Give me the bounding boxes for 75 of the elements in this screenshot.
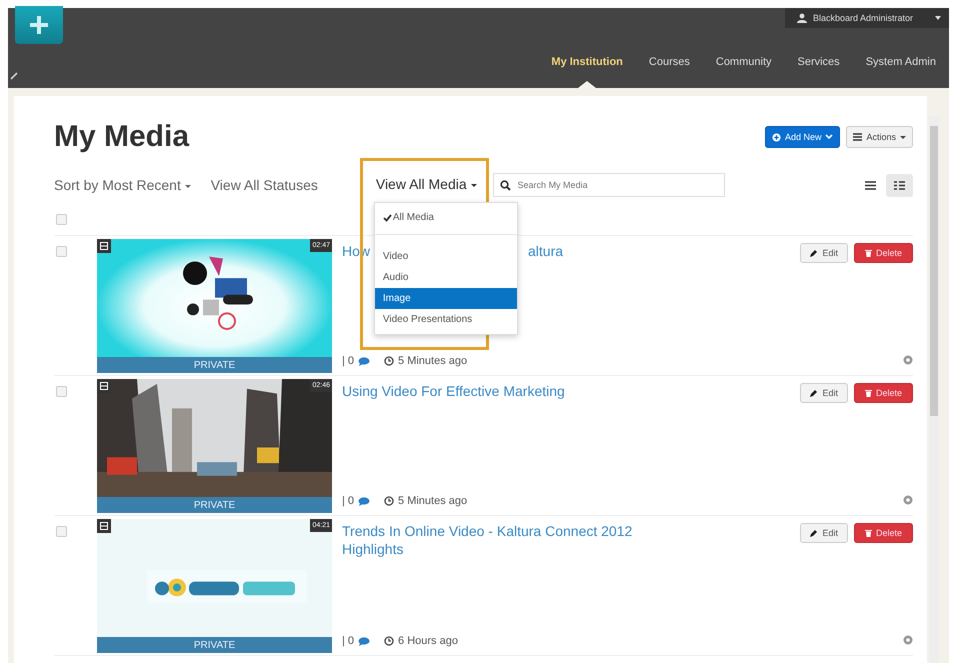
comment-icon xyxy=(358,496,370,506)
delete-button[interactable]: Delete xyxy=(854,243,913,263)
trash-icon xyxy=(864,389,872,397)
add-new-button[interactable]: Add New xyxy=(764,126,840,148)
status-filter[interactable]: View All Statuses xyxy=(210,177,318,193)
nav-tab[interactable]: My Institution xyxy=(538,56,636,88)
comment-icon xyxy=(358,636,370,646)
trash-icon xyxy=(864,529,872,537)
clock-icon xyxy=(384,636,394,646)
settings-icon[interactable] xyxy=(903,495,913,505)
list-icon xyxy=(865,180,876,190)
video-type-icon xyxy=(97,379,111,393)
delete-button[interactable]: Delete xyxy=(854,523,913,543)
nav-tab[interactable]: Community xyxy=(702,56,784,88)
clock-icon xyxy=(384,356,394,366)
menu-item[interactable]: Video Presentations xyxy=(374,309,517,330)
media-title-link[interactable]: altura xyxy=(528,243,564,260)
row-checkbox[interactable] xyxy=(56,386,67,397)
comment-count: | 0 xyxy=(342,635,354,647)
search-field[interactable]: Search My Media xyxy=(492,173,725,197)
pencil-icon xyxy=(810,389,818,397)
comment-count: | 0 xyxy=(342,495,354,507)
nav-tab[interactable]: System Admin xyxy=(852,56,949,88)
add-icon xyxy=(772,132,781,142)
actions-button[interactable]: Actions xyxy=(846,126,913,148)
comment-icon xyxy=(358,356,370,366)
delete-button[interactable]: Delete xyxy=(854,383,913,403)
clock-icon xyxy=(384,496,394,506)
time-ago: 5 Minutes ago xyxy=(398,495,468,507)
row-checkbox[interactable] xyxy=(56,526,67,537)
privacy-label: PRIVATE xyxy=(97,357,332,373)
caret-icon xyxy=(900,136,906,138)
sort-dropdown[interactable]: Sort by Most Recent xyxy=(54,177,191,193)
user-menu[interactable]: Blackboard Administrator xyxy=(784,8,949,28)
edit-button[interactable]: Edit xyxy=(800,243,848,263)
media-title-link[interactable]: Trends In Online Video - Kaltura Connect 2012 Highlights xyxy=(342,523,672,558)
settings-icon[interactable] xyxy=(903,355,913,365)
search-icon xyxy=(500,180,511,191)
user-icon xyxy=(796,13,807,23)
select-all-checkbox[interactable] xyxy=(56,214,67,225)
menu-item[interactable]: Video xyxy=(374,246,517,267)
menu-item[interactable]: All Media xyxy=(374,207,517,228)
time-ago: 5 Minutes ago xyxy=(398,355,468,367)
privacy-label: PRIVATE xyxy=(97,637,332,653)
chevron-icon xyxy=(825,134,834,140)
media-title-link[interactable]: Using Video For Effective Marketing xyxy=(342,383,565,400)
pencil-icon xyxy=(810,529,818,537)
caret-icon xyxy=(184,184,191,188)
menu-item[interactable]: Audio xyxy=(374,267,517,288)
details-list-icon xyxy=(894,180,905,190)
settings-icon[interactable] xyxy=(903,635,913,645)
nav-tab[interactable]: Courses xyxy=(636,56,703,88)
pencil-icon xyxy=(810,249,818,257)
plus-logo-icon[interactable] xyxy=(15,6,63,44)
media-filter-dropdown[interactable]: View All Media xyxy=(376,176,477,192)
row-checkbox[interactable] xyxy=(56,246,67,257)
check-icon xyxy=(382,214,392,222)
video-type-icon xyxy=(97,239,111,253)
trash-icon xyxy=(864,249,872,257)
caret-icon xyxy=(935,16,941,20)
user-name: Blackboard Administrator xyxy=(812,13,913,23)
edit-button[interactable]: Edit xyxy=(800,383,848,403)
edit-button[interactable]: Edit xyxy=(800,523,848,543)
menu-item[interactable]: Image xyxy=(374,288,517,309)
link-icon xyxy=(10,72,18,80)
comment-count: | 0 xyxy=(342,355,354,367)
privacy-label: PRIVATE xyxy=(97,497,332,513)
caret-icon xyxy=(470,184,477,187)
time-ago: 6 Hours ago xyxy=(398,635,458,647)
video-type-icon xyxy=(97,519,111,533)
detailed-view-button[interactable] xyxy=(886,174,913,196)
list-icon xyxy=(853,133,862,141)
page-title: My Media xyxy=(54,120,190,154)
scrollbar[interactable] xyxy=(929,116,939,663)
nav-tab[interactable]: Services xyxy=(784,56,853,88)
